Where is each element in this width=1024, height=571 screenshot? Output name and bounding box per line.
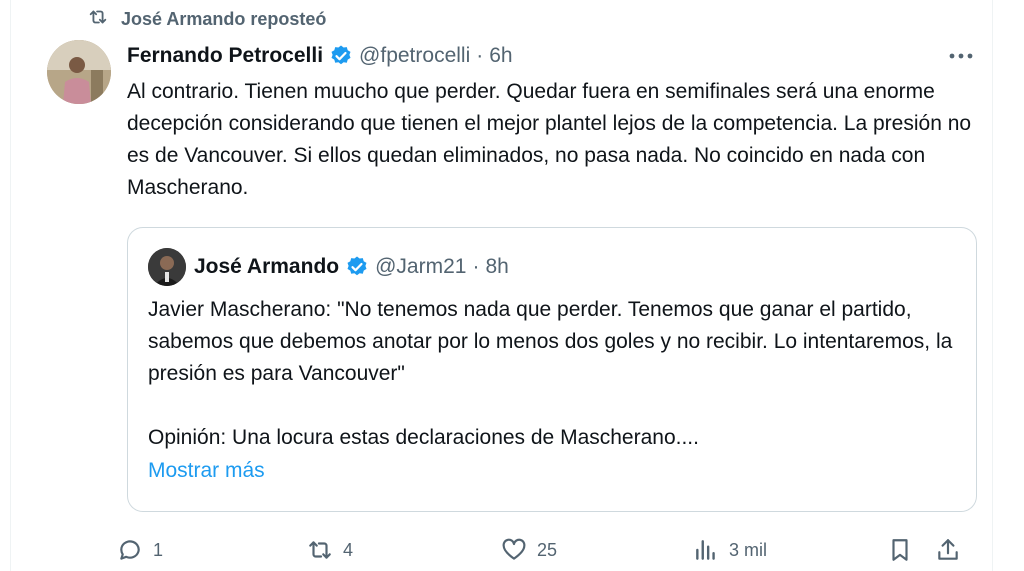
share-button[interactable] (935, 532, 961, 568)
tweet-text: Al contrario. Tienen muucho que perder. … (127, 80, 972, 199)
show-more-link[interactable]: Mostrar más (148, 459, 265, 483)
quoted-author-name[interactable]: José Armando (194, 255, 339, 279)
quoted-text-paragraph-1: Javier Mascherano: "No tenemos nada que … (148, 298, 953, 385)
repost-icon (87, 6, 109, 33)
reply-button[interactable]: 1 (117, 532, 163, 568)
repost-banner-text: José Armando reposteó (121, 8, 327, 29)
repost-banner[interactable]: José Armando reposteó (87, 6, 326, 32)
separator-dot: · (476, 44, 484, 67)
repost-button[interactable]: 4 (307, 532, 353, 568)
quoted-tweet-text: Javier Mascherano: "No tenemos nada que … (148, 294, 958, 454)
quoted-text-paragraph-2: Opinión: Una locura estas declaraciones … (148, 426, 699, 449)
quoted-tweet-header: José Armando @Jarm21 · 8h (194, 250, 509, 284)
quoted-tweet[interactable]: José Armando @Jarm21 · 8h Javier Mascher… (127, 227, 977, 512)
view-count: 3 mil (729, 539, 768, 560)
reply-icon (120, 540, 140, 560)
tweet-card[interactable]: José Armando reposteó Fernando Petrocell… (10, 0, 993, 571)
analytics-icon (696, 540, 715, 560)
tweet-header: Fernando Petrocelli @fpetrocelli · 6h (127, 40, 513, 72)
verified-badge-icon (347, 256, 367, 276)
bookmark-icon (892, 539, 908, 561)
share-icon (938, 539, 958, 560)
like-button[interactable]: 25 (501, 532, 557, 568)
repost-icon (309, 541, 331, 559)
repost-count: 4 (343, 539, 354, 560)
action-bar: 1 4 25 3 mil (11, 532, 994, 568)
separator-dot: · (472, 255, 480, 278)
author-avatar[interactable] (47, 40, 111, 104)
author-name[interactable]: Fernando Petrocelli (127, 44, 323, 68)
bookmark-button[interactable] (887, 532, 913, 568)
views-button[interactable]: 3 mil (693, 532, 767, 568)
quoted-author-handle[interactable]: @Jarm21 (375, 255, 466, 279)
more-options-button[interactable] (945, 42, 977, 70)
reply-count: 1 (153, 539, 164, 560)
verified-badge-icon (331, 45, 351, 65)
more-dots-icon (949, 53, 973, 59)
tweet-time[interactable]: 6h (489, 44, 512, 68)
author-handle[interactable]: @fpetrocelli (359, 44, 470, 68)
like-count: 25 (537, 539, 558, 560)
heart-icon (502, 538, 526, 560)
quoted-tweet-time[interactable]: 8h (485, 255, 508, 279)
quoted-author-avatar[interactable] (148, 248, 186, 286)
